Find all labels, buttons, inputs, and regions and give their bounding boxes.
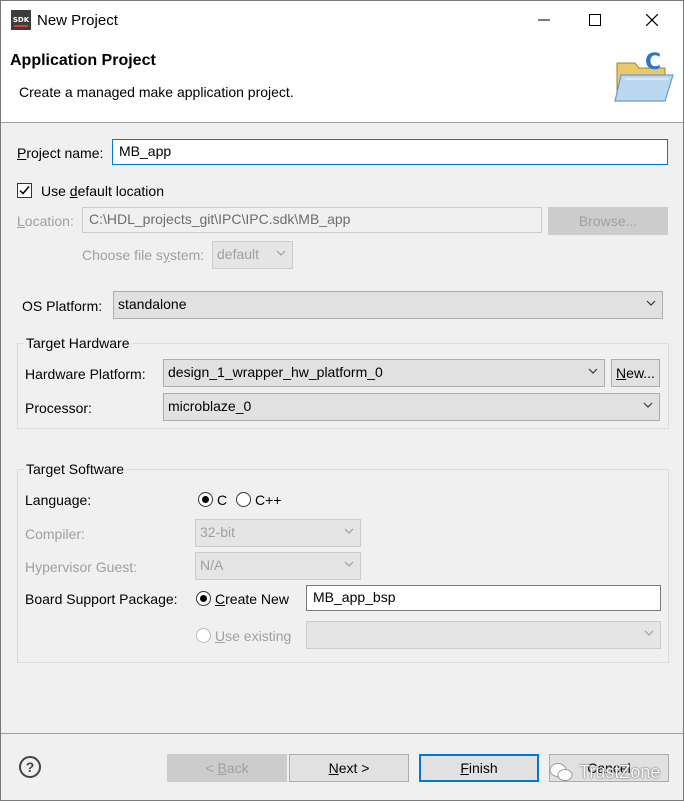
next-button[interactable]: Next >	[289, 754, 409, 782]
close-icon	[646, 14, 658, 26]
new-hardware-platform-button[interactable]: New...	[611, 359, 660, 387]
finish-button[interactable]: Finish	[419, 754, 539, 782]
watermark-text: TrustZone	[579, 761, 661, 782]
chevron-down-icon	[344, 561, 354, 567]
help-icon[interactable]: ?	[19, 756, 41, 778]
title-bar: SDK New Project	[1, 1, 683, 39]
close-button[interactable]	[629, 1, 675, 39]
os-platform-select[interactable]: standalone	[113, 291, 663, 319]
chevron-down-icon	[276, 250, 286, 256]
folder-c-icon: C	[614, 50, 674, 102]
bsp-create-new-radio[interactable]	[196, 591, 211, 606]
page-description: Create a managed make application projec…	[19, 84, 294, 100]
hypervisor-guest-select[interactable]: N/A	[195, 552, 361, 580]
project-name-label: Project name:	[17, 145, 104, 161]
chevron-down-icon	[644, 630, 654, 636]
language-c-label[interactable]: C	[217, 492, 227, 508]
minimize-icon	[538, 19, 550, 21]
chevron-down-icon	[344, 528, 354, 534]
maximize-icon	[589, 14, 601, 26]
location-label: Location:	[17, 213, 74, 229]
compiler-value: 32-bit	[200, 524, 236, 540]
location-input[interactable]: C:\HDL_projects_git\IPC\IPC.sdk\MB_app	[82, 207, 542, 233]
use-default-location-label[interactable]: Use default location	[41, 183, 164, 199]
file-system-label: Choose file system:	[82, 247, 205, 263]
chevron-down-icon	[643, 402, 653, 408]
new-project-dialog: SDK New Project Application Project Crea…	[0, 0, 684, 801]
language-cpp-radio[interactable]	[236, 492, 251, 507]
checkmark-icon	[19, 186, 30, 195]
bsp-create-new-label[interactable]: Create New	[215, 591, 289, 607]
maximize-button[interactable]	[572, 1, 618, 39]
target-software-title: Target Software	[24, 461, 127, 477]
sdk-app-icon: SDK	[11, 10, 31, 30]
bsp-use-existing-radio[interactable]	[196, 628, 211, 643]
processor-label: Processor:	[25, 400, 92, 416]
browse-button[interactable]: Browse...	[548, 207, 668, 235]
bsp-existing-select[interactable]	[306, 621, 661, 649]
hardware-platform-label: Hardware Platform:	[25, 366, 146, 382]
watermark: TrustZone	[549, 758, 675, 786]
chevron-down-icon	[588, 368, 598, 374]
compiler-select[interactable]: 32-bit	[195, 519, 361, 547]
os-platform-label: OS Platform:	[22, 298, 103, 314]
wechat-icon	[549, 763, 573, 781]
processor-value: microblaze_0	[168, 398, 252, 414]
language-label: Language:	[25, 492, 92, 508]
bsp-name-input[interactable]: MB_app_bsp	[306, 585, 661, 611]
hypervisor-guest-value: N/A	[200, 557, 224, 573]
hardware-platform-value: design_1_wrapper_hw_platform_0	[168, 364, 383, 380]
use-default-location-checkbox[interactable]	[17, 183, 32, 198]
wizard-header: Application Project Create a managed mak…	[1, 39, 683, 123]
bsp-use-existing-label[interactable]: Use existing	[215, 628, 291, 644]
compiler-label: Compiler:	[25, 526, 85, 542]
file-system-select[interactable]: default	[212, 241, 293, 269]
target-hardware-title: Target Hardware	[24, 335, 132, 351]
hypervisor-guest-label: Hypervisor Guest:	[25, 559, 138, 575]
bsp-label: Board Support Package:	[25, 591, 178, 607]
language-cpp-label[interactable]: C++	[255, 492, 281, 508]
processor-select[interactable]: microblaze_0	[163, 393, 660, 421]
project-name-input[interactable]: MB_app	[112, 139, 668, 165]
os-platform-value: standalone	[118, 296, 187, 312]
back-button[interactable]: < Back	[167, 754, 287, 782]
language-c-radio[interactable]	[198, 492, 213, 507]
file-system-value: default	[217, 246, 260, 262]
svg-text:C: C	[645, 50, 661, 75]
minimize-button[interactable]	[521, 1, 567, 39]
page-title: Application Project	[10, 52, 156, 69]
chevron-down-icon	[646, 300, 656, 306]
window-title: New Project	[37, 12, 118, 29]
hardware-platform-select[interactable]: design_1_wrapper_hw_platform_0	[163, 359, 605, 387]
footer-separator	[1, 733, 683, 734]
